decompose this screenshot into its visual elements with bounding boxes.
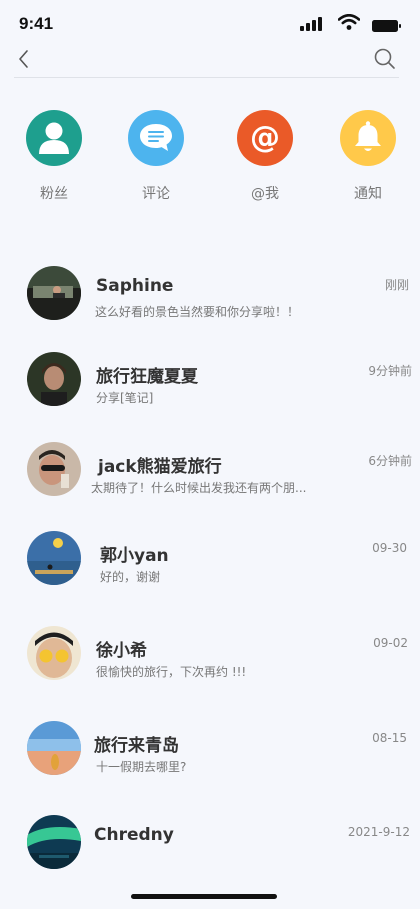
avatar	[27, 442, 81, 496]
message-time: 09-30	[372, 541, 407, 555]
bell-icon	[355, 121, 381, 151]
comments-button[interactable]: 评论	[116, 110, 196, 203]
avatar	[27, 626, 81, 680]
user-icon	[39, 122, 69, 154]
mentions-icon-circle: @	[237, 110, 293, 166]
comments-label: 评论	[142, 186, 170, 202]
chevron-left-icon	[19, 50, 28, 68]
avatar	[27, 721, 81, 775]
back-button[interactable]	[14, 47, 34, 71]
message-preview: 很愉快的旅行，下次再约 !!!	[96, 665, 247, 679]
cellular-signal-icon	[300, 16, 324, 35]
message-time: 刚刚	[384, 278, 409, 292]
fans-button[interactable]: 粉丝	[14, 110, 94, 203]
contact-name: 旅行狂魔夏夏	[96, 367, 198, 387]
quick-actions: 粉丝 评论 @ @我 通知	[0, 110, 420, 210]
at-icon: @	[250, 120, 280, 155]
message-time: 08-15	[372, 731, 407, 745]
conversation-item[interactable]: 旅行狂魔夏夏 分享[笔记] 9分钟前	[0, 348, 420, 410]
wifi-icon	[337, 13, 361, 34]
conversation-item[interactable]: 郭小yan 好的，谢谢 09-30	[0, 527, 420, 589]
contact-name: Saphine	[96, 276, 174, 296]
avatar	[27, 352, 81, 406]
status-bar: 9:41	[0, 0, 420, 44]
contact-name: Chredny	[94, 825, 174, 845]
notifications-label: 通知	[354, 186, 382, 202]
message-time: 6分钟前	[368, 454, 412, 468]
contact-name: 徐小希	[96, 641, 147, 661]
avatar	[27, 266, 81, 320]
mentions-button[interactable]: @ @我	[225, 110, 305, 203]
conversation-item[interactable]: jack熊猫爱旅行 太期待了！什么时候出发我还有两个朋... 6分钟前	[0, 438, 420, 500]
home-indicator[interactable]	[131, 894, 277, 899]
notifications-button[interactable]: 通知	[328, 110, 408, 203]
fans-label: 粉丝	[40, 186, 68, 202]
search-icon	[374, 48, 395, 69]
search-button[interactable]	[372, 46, 398, 72]
svg-text:@: @	[250, 120, 280, 155]
conversation-item[interactable]: Chredny 2021-9-12	[0, 811, 420, 873]
message-preview: 这么好看的景色当然要和你分享啦！！	[95, 305, 300, 319]
message-preview: 分享[笔记]	[96, 391, 154, 405]
message-preview: 好的，谢谢	[100, 570, 161, 584]
avatar	[27, 531, 81, 585]
status-time: 9:41	[19, 14, 54, 33]
comments-icon-circle	[128, 110, 184, 166]
fans-icon-circle	[26, 110, 82, 166]
conversation-item[interactable]: 旅行来青岛 十一假期去哪里? 08-15	[0, 717, 420, 779]
contact-name: 郭小yan	[100, 546, 169, 566]
message-time: 9分钟前	[368, 364, 412, 378]
avatar	[27, 815, 81, 869]
contact-name: jack熊猫爱旅行	[98, 457, 222, 477]
notifications-icon-circle	[340, 110, 396, 166]
message-time: 09-02	[373, 636, 408, 650]
nav-divider	[14, 77, 399, 78]
message-preview: 十一假期去哪里?	[96, 760, 187, 774]
comment-icon	[140, 124, 172, 151]
mentions-label: @我	[251, 186, 279, 202]
message-preview: 太期待了！什么时候出发我还有两个朋...	[91, 481, 307, 495]
contact-name: 旅行来青岛	[94, 736, 179, 756]
nav-bar	[0, 44, 420, 78]
message-time: 2021-9-12	[347, 825, 410, 839]
battery-icon	[372, 17, 402, 36]
conversation-item[interactable]: Saphine 这么好看的景色当然要和你分享啦！！ 刚刚	[0, 262, 420, 324]
conversation-item[interactable]: 徐小希 很愉快的旅行，下次再约 !!! 09-02	[0, 622, 420, 684]
